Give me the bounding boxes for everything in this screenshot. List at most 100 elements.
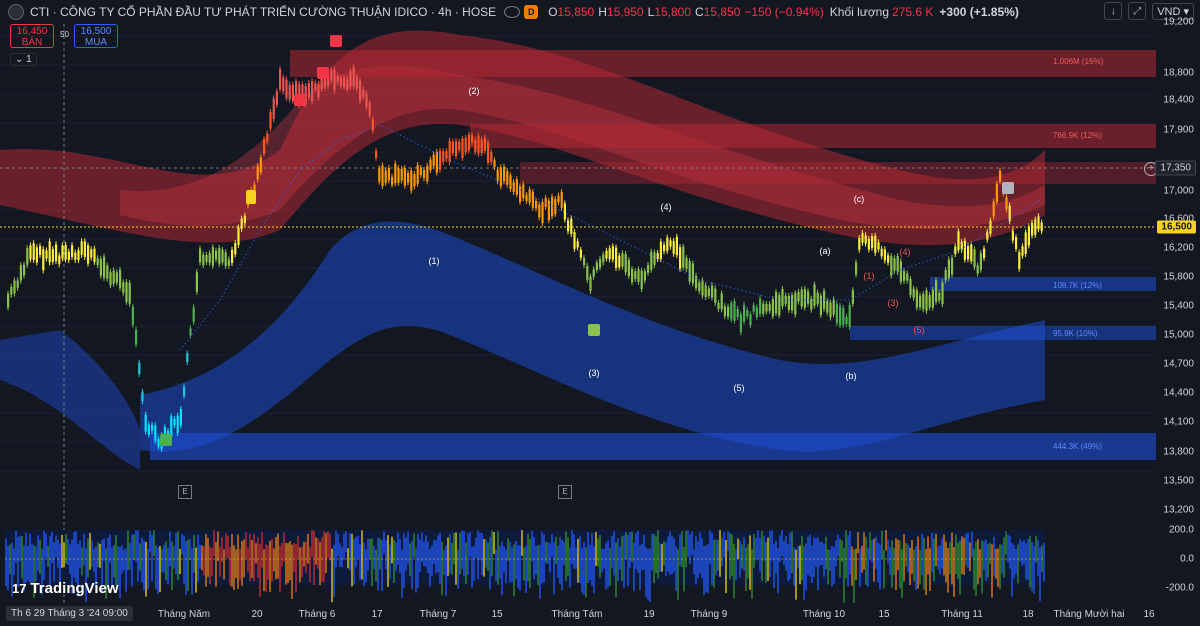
price-axis-label: 15,800: [1163, 271, 1194, 283]
oscillator-bar: [729, 533, 731, 580]
oscillator-bar: [685, 530, 687, 568]
oscillator-bar: [279, 545, 281, 592]
sell-button[interactable]: 16,450 BÁN: [10, 24, 54, 48]
oscillator-bar: [207, 538, 209, 577]
time-axis-label: 19: [643, 609, 655, 620]
time-cursor-label: Th 6 29 Tháng 3 '24 09:00: [6, 606, 133, 621]
oscillator-bar: [475, 537, 477, 559]
candle-body: [26, 248, 29, 265]
candle-body: [275, 91, 278, 105]
oscillator-bar: [997, 548, 999, 587]
tradingview-logo[interactable]: 17 TradingView: [12, 580, 119, 597]
time-axis[interactable]: Th 6 29 Tháng 3 '24 09:00 Tháng Năm 20 Thá…: [0, 603, 1200, 626]
oscillator-bar: [79, 540, 81, 569]
oscillator-bar: [255, 543, 257, 564]
oscillator-bar: [823, 543, 825, 577]
oscillator-bar: [971, 531, 973, 558]
oscillator-bar: [271, 539, 273, 582]
oscillator-bar: [1037, 540, 1039, 576]
oscillator-bar: [143, 540, 145, 591]
oscillator-bar: [579, 536, 581, 583]
earnings-marker[interactable]: E: [178, 485, 192, 499]
oscillator-bar: [779, 535, 781, 562]
candle-body: [221, 249, 224, 263]
candle-body: [851, 290, 854, 304]
oscillator-bar: [841, 540, 843, 562]
oscillator-bar: [25, 532, 27, 583]
oscillator-bar: [113, 545, 115, 578]
candle-body: [746, 310, 749, 317]
oscillator-bar: [745, 547, 747, 592]
wave-label: (4): [660, 202, 672, 212]
indicator-tag[interactable]: ⌄ 1: [10, 53, 37, 66]
oscillator-bar: [385, 540, 387, 570]
candle-body: [499, 167, 502, 187]
candle-body: [64, 244, 67, 260]
oscillator-bar: [769, 530, 771, 578]
oscillator-bar: [325, 533, 327, 574]
oscillator-bar: [373, 546, 375, 570]
candle-body: [599, 259, 602, 268]
candle-body: [611, 246, 614, 260]
oscillator-bar: [159, 546, 161, 593]
candle-body: [58, 255, 61, 265]
candle-body: [755, 307, 758, 318]
candle-body: [685, 258, 688, 269]
symbol-title[interactable]: CTI · CÔNG TY CỔ PHẦN ĐẦU TƯ PHÁT TRIỂN …: [30, 5, 496, 19]
oscillator-bar: [417, 534, 419, 589]
buy-label: MUA: [84, 37, 108, 48]
oscillator-bar: [409, 543, 411, 576]
candle-body: [131, 306, 134, 325]
oscillator-bar: [553, 542, 555, 595]
oscillator-bar: [501, 541, 503, 596]
current-price-tag: 16,500: [1157, 220, 1196, 234]
candle-body: [928, 295, 931, 308]
oscillator-bar: [551, 534, 553, 557]
price-axis[interactable]: 19,20018,80018,40017,90017,35017,00016,6…: [1156, 16, 1200, 602]
arrow-down-icon[interactable]: ↓: [1104, 2, 1123, 20]
oscillator-axis-label: 200.0: [1168, 524, 1194, 536]
candle-body: [269, 112, 272, 129]
candle-body: [426, 165, 429, 182]
buy-button[interactable]: 16,500 MUA: [74, 24, 118, 48]
oscillator-bar: [613, 531, 615, 576]
market-status-badge[interactable]: D: [524, 5, 539, 19]
oscillator-bar: [447, 537, 449, 577]
oscillator-bar: [411, 541, 413, 590]
candle-body: [659, 241, 662, 260]
candle-body: [701, 280, 704, 296]
candle-body: [144, 414, 147, 432]
candle-body: [909, 279, 912, 296]
candle-body: [259, 157, 262, 173]
price-chart-canvas[interactable]: [0, 0, 1200, 626]
oscillator-bar: [775, 540, 777, 574]
supply-zone: [520, 162, 1156, 184]
oscillator-bar: [887, 539, 889, 564]
oscillator-bar: [151, 534, 153, 582]
oscillator-bar: [635, 532, 637, 569]
high-value: 15,950: [606, 5, 644, 19]
expand-icon[interactable]: ⤢: [1128, 2, 1147, 20]
oscillator-bar: [711, 532, 713, 586]
oscillator-bar: [413, 533, 415, 558]
candle-body: [739, 314, 742, 333]
candle-body: [528, 189, 531, 203]
candle-body: [711, 285, 714, 298]
candle-body: [195, 272, 198, 292]
candle-body: [509, 175, 512, 190]
eye-icon[interactable]: [504, 6, 521, 18]
candle-body: [845, 317, 848, 324]
earnings-marker[interactable]: E: [558, 485, 572, 499]
oscillator-bar: [875, 536, 877, 569]
candle-body: [343, 77, 346, 88]
time-axis-label: 16: [1143, 609, 1155, 620]
oscillator-bar: [609, 548, 611, 587]
candle-body: [864, 235, 867, 244]
price-axis-label: 19,200: [1163, 16, 1194, 28]
candle-body: [963, 240, 966, 260]
candle-body: [672, 240, 675, 254]
oscillator-bar: [637, 531, 639, 573]
buy-price: 16,500: [80, 26, 112, 37]
candle-body: [979, 253, 982, 270]
oscillator-bar: [817, 537, 819, 591]
